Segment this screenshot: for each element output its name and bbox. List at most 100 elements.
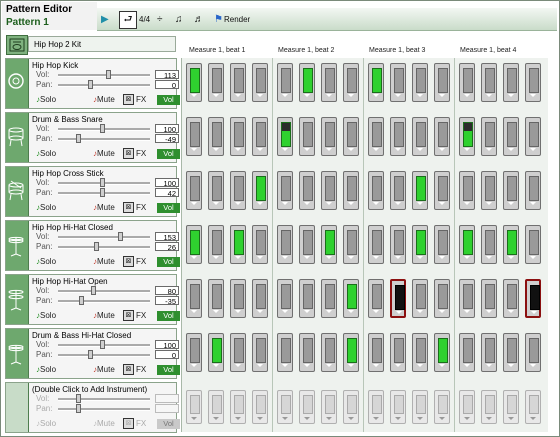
pan-slider[interactable] bbox=[58, 242, 150, 251]
time-signature-button[interactable]: 4/4 bbox=[139, 11, 150, 27]
step-button[interactable] bbox=[525, 117, 541, 156]
step-button[interactable] bbox=[230, 333, 246, 372]
step-button[interactable] bbox=[230, 63, 246, 102]
step-button[interactable] bbox=[481, 390, 497, 424]
volume-value-field[interactable]: 100 bbox=[155, 340, 179, 350]
step-button[interactable] bbox=[252, 63, 268, 102]
pan-value-field[interactable]: -49 bbox=[155, 134, 179, 144]
step-button[interactable] bbox=[434, 63, 450, 102]
step-button[interactable] bbox=[503, 279, 519, 318]
empty-slot-icon[interactable] bbox=[6, 383, 29, 432]
pan-value-field[interactable]: -35 bbox=[155, 296, 179, 306]
step-button[interactable] bbox=[368, 390, 384, 424]
instrument-track[interactable]: Drum & Bass Snare Vol: Pan: 100 -49 ♪Solo ♪Mut… bbox=[5, 112, 180, 163]
volume-slider[interactable] bbox=[58, 124, 150, 133]
fx-toggle[interactable]: ⊠ FX bbox=[123, 94, 146, 105]
step-button[interactable] bbox=[412, 333, 428, 372]
step-button[interactable] bbox=[412, 171, 428, 210]
step-button[interactable] bbox=[186, 117, 202, 156]
step-button[interactable] bbox=[503, 117, 519, 156]
step-button[interactable] bbox=[525, 390, 541, 424]
mute-toggle[interactable]: ♪Mute bbox=[93, 149, 115, 158]
step-button[interactable] bbox=[525, 333, 541, 372]
step-button[interactable] bbox=[481, 225, 497, 264]
volume-slider-knob[interactable] bbox=[118, 232, 123, 241]
step-button[interactable] bbox=[230, 390, 246, 424]
step-button[interactable] bbox=[434, 171, 450, 210]
step-button[interactable] bbox=[525, 171, 541, 210]
step-button[interactable] bbox=[299, 279, 315, 318]
kick-drum-icon[interactable] bbox=[6, 59, 29, 108]
step-button[interactable] bbox=[299, 117, 315, 156]
pan-value-field[interactable]: 0 bbox=[155, 350, 179, 360]
step-button[interactable] bbox=[252, 225, 268, 264]
step-button[interactable] bbox=[208, 279, 224, 318]
step-button[interactable] bbox=[368, 171, 384, 210]
hihat-open-icon[interactable] bbox=[6, 275, 29, 324]
pan-slider-knob[interactable] bbox=[76, 134, 81, 143]
step-button[interactable] bbox=[503, 333, 519, 372]
step-button[interactable] bbox=[434, 333, 450, 372]
step-button[interactable] bbox=[252, 171, 268, 210]
pan-slider-knob[interactable] bbox=[76, 404, 81, 413]
step-button[interactable] bbox=[412, 117, 428, 156]
step-button[interactable] bbox=[343, 225, 359, 264]
step-button[interactable] bbox=[299, 333, 315, 372]
volume-slider[interactable] bbox=[58, 232, 150, 241]
step-button[interactable] bbox=[299, 63, 315, 102]
solo-toggle[interactable]: ♪Solo bbox=[36, 311, 56, 320]
step-button[interactable] bbox=[208, 171, 224, 210]
step-button[interactable] bbox=[525, 225, 541, 264]
step-button[interactable] bbox=[368, 279, 384, 318]
notes-button[interactable]: ♫ bbox=[175, 11, 183, 27]
instrument-track[interactable]: Hip Hop Hi-Hat Open Vol: Pan: 80 -35 ♪Solo ♪Mu… bbox=[5, 274, 180, 325]
step-button[interactable] bbox=[277, 117, 293, 156]
step-button[interactable] bbox=[481, 279, 497, 318]
fx-toggle[interactable]: ⊠ FX bbox=[123, 202, 146, 213]
step-button[interactable] bbox=[186, 171, 202, 210]
fx-toggle[interactable]: ⊠ FX bbox=[123, 364, 146, 375]
step-button[interactable] bbox=[299, 225, 315, 264]
step-button[interactable] bbox=[343, 390, 359, 424]
step-button[interactable] bbox=[434, 279, 450, 318]
volume-value-field[interactable]: 80 bbox=[155, 286, 179, 296]
step-button[interactable] bbox=[412, 225, 428, 264]
step-button[interactable] bbox=[434, 225, 450, 264]
volume-slider-knob[interactable] bbox=[100, 340, 105, 349]
step-button[interactable] bbox=[208, 117, 224, 156]
pan-value-field[interactable]: 42 bbox=[155, 188, 179, 198]
vol-button[interactable]: Vol bbox=[157, 419, 180, 429]
step-button[interactable] bbox=[390, 63, 406, 102]
play-button[interactable]: ▶ bbox=[101, 11, 109, 27]
step-button[interactable] bbox=[230, 171, 246, 210]
step-button[interactable] bbox=[390, 225, 406, 264]
render-button[interactable]: ⚑ Render bbox=[214, 11, 250, 27]
step-button[interactable] bbox=[459, 390, 475, 424]
step-button[interactable] bbox=[186, 333, 202, 372]
fx-toggle[interactable]: ⊠ FX bbox=[123, 310, 146, 321]
pan-slider-knob[interactable] bbox=[94, 242, 99, 251]
step-button[interactable] bbox=[412, 279, 428, 318]
volume-slider[interactable] bbox=[58, 178, 150, 187]
step-button[interactable] bbox=[481, 171, 497, 210]
step-button[interactable] bbox=[277, 63, 293, 102]
step-button[interactable] bbox=[368, 225, 384, 264]
vol-button[interactable]: Vol bbox=[157, 149, 180, 159]
step-button[interactable] bbox=[459, 171, 475, 210]
snare-drum-icon[interactable] bbox=[6, 113, 29, 162]
step-button[interactable] bbox=[321, 117, 337, 156]
division-button[interactable]: ÷ bbox=[157, 11, 163, 27]
volume-value-field[interactable]: 113 bbox=[155, 70, 179, 80]
solo-toggle[interactable]: ♪Solo bbox=[36, 149, 56, 158]
pan-value-field[interactable]: 0 bbox=[155, 80, 179, 90]
volume-slider[interactable] bbox=[58, 394, 150, 403]
step-button[interactable] bbox=[252, 279, 268, 318]
step-button[interactable] bbox=[503, 390, 519, 424]
step-button[interactable] bbox=[434, 390, 450, 424]
instrument-track[interactable]: Drum & Bass Hi-Hat Closed Vol: Pan: 100 0 ♪So… bbox=[5, 328, 180, 379]
step-button[interactable] bbox=[252, 117, 268, 156]
step-button[interactable] bbox=[186, 279, 202, 318]
volume-slider[interactable] bbox=[58, 70, 150, 79]
volume-value-field[interactable]: 153 bbox=[155, 232, 179, 242]
pan-slider[interactable] bbox=[58, 296, 150, 305]
